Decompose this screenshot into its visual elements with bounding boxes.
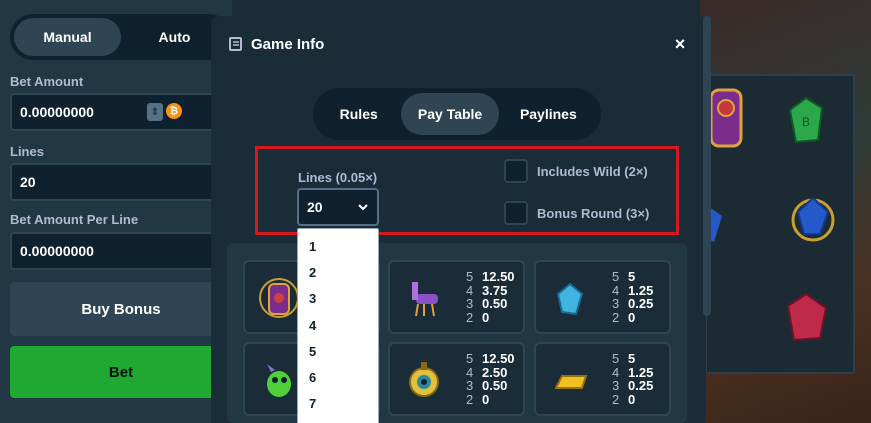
payout-amount: 1.25 — [628, 282, 654, 298]
bet-amount-value: 0.00000000 — [20, 104, 94, 120]
bet-amount-label: Bet Amount — [10, 74, 84, 89]
bet-per-line-value: 0.00000000 — [20, 243, 94, 259]
payout-count: 2 — [612, 309, 620, 325]
modal-scrollbar[interactable] — [703, 16, 711, 316]
payout-amount: 5 — [628, 351, 636, 366]
bet-mode-switch: Manual Auto — [10, 14, 232, 60]
bet-per-line-input[interactable]: 0.00000000 — [10, 232, 232, 270]
document-icon — [229, 37, 242, 51]
payout-count: 4 — [612, 364, 620, 380]
payout-count: 5 — [466, 351, 474, 366]
payout-count: 3 — [466, 378, 474, 393]
payout-list: 55 4 1.25 3 0.25 20 — [612, 352, 653, 406]
tab-paylines[interactable]: Paylines — [501, 93, 596, 135]
lines-select-value: 20 — [307, 199, 323, 215]
payout-amount: 12.50 — [482, 269, 515, 284]
payout-list: 5 12.50 4 2.50 3 0.50 20 — [466, 352, 515, 406]
payout-count: 2 — [466, 309, 474, 325]
payout-amount: 0.50 — [482, 378, 508, 393]
blue-crystal-icon — [791, 196, 835, 242]
lines-input[interactable]: 20 — [10, 163, 232, 201]
payout-count: 4 — [466, 364, 474, 380]
payout-count: 4 — [612, 282, 620, 298]
eye-idol-icon — [409, 362, 439, 397]
payout-count: 3 — [612, 296, 620, 311]
lines-value: 20 — [20, 174, 36, 190]
modal-title: Game Info — [251, 36, 325, 53]
payout-amount: 2.50 — [482, 364, 508, 380]
pay-card: 5 12.50 4 3.75 3 0.50 20 — [388, 260, 525, 334]
includes-wild-checkbox[interactable] — [504, 159, 528, 183]
payout-count: 3 — [612, 378, 620, 393]
close-icon[interactable]: × — [671, 34, 689, 54]
payout-amount: 0.50 — [482, 296, 508, 311]
red-gem-icon — [786, 292, 828, 342]
buy-bonus-button[interactable]: Buy Bonus — [10, 282, 232, 336]
tab-rules[interactable]: Rules — [318, 93, 399, 135]
includes-wild-option[interactable]: Includes Wild (2×) — [504, 159, 648, 183]
payout-amount: 0.25 — [628, 378, 654, 393]
payout-count: 5 — [612, 351, 620, 366]
svg-text:B: B — [802, 115, 810, 129]
bonus-round-label: Bonus Round (3×) — [537, 205, 650, 221]
adjust-stepper-icon[interactable]: ⇕ — [147, 103, 163, 121]
idol-symbol-icon — [709, 88, 743, 148]
payout-amount: 0 — [482, 391, 490, 407]
gold-bar-icon — [554, 375, 588, 389]
lines-select[interactable]: 20 — [297, 188, 379, 226]
bet-amount-input[interactable]: 0.00000000 ⇕ ₿ — [10, 93, 232, 131]
pay-card: 55 4 1.25 3 0.25 20 — [534, 260, 671, 334]
pay-card: 55 4 1.25 3 0.25 20 — [534, 342, 671, 416]
bet-per-line-label: Bet Amount Per Line — [10, 212, 139, 227]
payout-count: 2 — [612, 391, 620, 407]
payout-amount: 0 — [628, 391, 636, 407]
game-info-tabs: Rules Pay Table Paylines — [313, 88, 601, 140]
dropdown-option[interactable]: 6 — [298, 364, 378, 390]
llama-icon — [412, 282, 438, 317]
dropdown-option[interactable]: 5 — [298, 338, 378, 364]
payout-amount: 0 — [482, 309, 490, 325]
lines-select-label: Lines (0.05×) — [298, 170, 378, 185]
bonus-round-checkbox[interactable] — [504, 201, 528, 225]
dropdown-option[interactable]: 1 — [298, 233, 378, 259]
payout-amount: 3.75 — [482, 282, 508, 298]
manual-mode-button[interactable]: Manual — [14, 18, 121, 56]
payout-count: 5 — [612, 269, 620, 284]
bitcoin-icon: ₿ — [166, 103, 182, 119]
payout-list: 55 4 1.25 3 0.25 20 — [612, 270, 653, 324]
payout-amount: 1.25 — [628, 364, 654, 380]
payout-count: 5 — [466, 269, 474, 284]
includes-wild-label: Includes Wild (2×) — [537, 163, 648, 179]
tab-pay-table[interactable]: Pay Table — [401, 93, 499, 135]
payout-amount: 0.25 — [628, 296, 654, 311]
payout-amount: 5 — [628, 269, 636, 284]
dropdown-option[interactable]: 2 — [298, 259, 378, 285]
payout-count: 2 — [466, 391, 474, 407]
dropdown-option[interactable]: 4 — [298, 312, 378, 338]
bonus-round-option[interactable]: Bonus Round (3×) — [504, 201, 649, 225]
payout-count: 3 — [466, 296, 474, 311]
bet-button[interactable]: Bet — [10, 346, 232, 398]
chevron-down-icon — [358, 204, 368, 211]
payout-list: 5 12.50 4 3.75 3 0.50 20 — [466, 270, 515, 324]
green-gem-icon: B — [788, 96, 824, 144]
green-creature-icon — [267, 364, 291, 397]
lines-label: Lines — [10, 144, 44, 159]
blue-gem-icon — [556, 282, 584, 316]
dropdown-option[interactable]: 7 — [298, 391, 378, 417]
scatter-idol-icon — [259, 278, 299, 318]
dropdown-option[interactable]: 3 — [298, 286, 378, 312]
lines-dropdown-list: 1 2 3 4 5 6 7 — [297, 228, 379, 423]
payout-amount: 12.50 — [482, 351, 515, 366]
pay-card: 5 12.50 4 2.50 3 0.50 20 — [388, 342, 525, 416]
payout-count: 4 — [466, 282, 474, 298]
payout-amount: 0 — [628, 309, 636, 325]
bet-panel: Manual Auto Bet Amount 0.00000000 ⇕ ₿ Li… — [0, 0, 232, 423]
